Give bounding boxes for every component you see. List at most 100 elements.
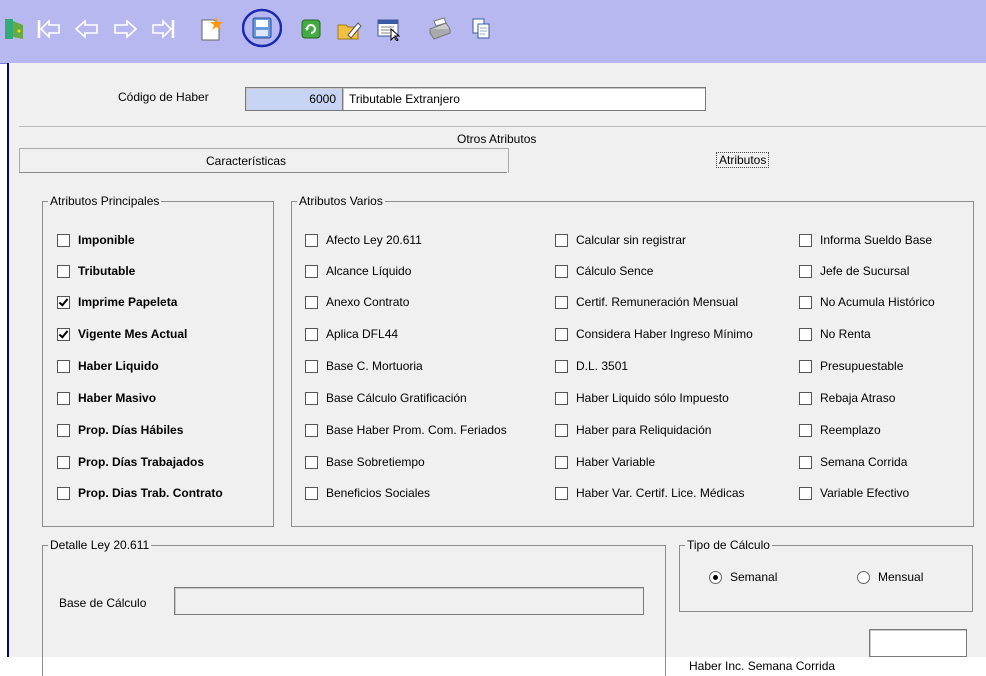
search-icon[interactable]: [374, 14, 404, 44]
chk-prop-dias-habiles[interactable]: Prop. Días Hábiles: [57, 423, 183, 437]
checkbox-icon: [305, 455, 318, 469]
chk-dl-3501[interactable]: D.L. 3501: [555, 359, 628, 373]
checkbox-icon: [57, 455, 70, 469]
chk-label: Haber Liquido: [78, 359, 159, 373]
chk-jefe-sucursal[interactable]: Jefe de Sucursal: [799, 264, 909, 278]
next-record-icon[interactable]: [110, 14, 140, 44]
print-icon[interactable]: [424, 14, 454, 44]
copy-icon[interactable]: [466, 14, 496, 44]
chk-label: Prop. Días Hábiles: [78, 423, 184, 437]
chk-no-acumula-historico[interactable]: No Acumula Histórico: [799, 295, 935, 309]
chk-anexo-contrato[interactable]: Anexo Contrato: [305, 295, 409, 309]
checkbox-icon: [555, 359, 568, 373]
chk-haber-reliquidacion[interactable]: Haber para Reliquidación: [555, 423, 711, 437]
chk-label: Reemplazo: [820, 423, 881, 437]
edit-icon[interactable]: [334, 14, 364, 44]
chk-label: Base Haber Prom. Com. Feriados: [326, 423, 507, 437]
checkbox-icon: [305, 486, 318, 500]
chk-variable-efectivo[interactable]: Variable Efectivo: [799, 486, 909, 500]
chk-informa-sueldo-base[interactable]: Informa Sueldo Base: [799, 233, 932, 247]
chk-imprime-papeleta[interactable]: Imprime Papeleta: [57, 295, 177, 309]
checkbox-icon: [555, 391, 568, 405]
chk-rebaja-atraso[interactable]: Rebaja Atraso: [799, 391, 895, 405]
exit-icon[interactable]: [0, 14, 30, 44]
chk-haber-var-certif[interactable]: Haber Var. Certif. Lice. Médicas: [555, 486, 745, 500]
new-record-icon[interactable]: [196, 14, 226, 44]
chk-label: Aplica DFL44: [326, 327, 399, 341]
radio-mensual[interactable]: Mensual: [857, 570, 923, 584]
radio-semanal[interactable]: Semanal: [709, 570, 777, 584]
chk-beneficios-sociales[interactable]: Beneficios Sociales: [305, 486, 430, 500]
codigo-field[interactable]: 6000: [245, 87, 343, 111]
tab-caracteristicas[interactable]: Características: [19, 148, 509, 173]
chk-label: Anexo Contrato: [326, 295, 410, 309]
tab-otros-atributos-label: Otros Atributos: [457, 132, 537, 146]
refresh-icon[interactable]: [296, 14, 326, 44]
chk-label: Certif. Remuneración Mensual: [576, 295, 739, 309]
chk-considera-ingreso-minimo[interactable]: Considera Haber Ingreso Mínimo: [555, 327, 753, 341]
checkbox-icon: [305, 423, 318, 437]
last-record-icon[interactable]: [148, 14, 178, 44]
chk-prop-dias-trabajados[interactable]: Prop. Días Trabajados: [57, 455, 204, 469]
chk-base-mortuoria[interactable]: Base C. Mortuoria: [305, 359, 423, 373]
chk-label: No Renta: [820, 327, 871, 341]
checkbox-icon: [799, 327, 812, 341]
chk-haber-liquido[interactable]: Haber Liquido: [57, 359, 159, 373]
radio-icon: [857, 570, 870, 584]
chk-label: No Acumula Histórico: [820, 295, 935, 309]
chk-vigente-mes-actual[interactable]: Vigente Mes Actual: [57, 327, 187, 341]
base-calculo-field[interactable]: [174, 587, 644, 615]
chk-aplica-dfl44[interactable]: Aplica DFL44: [305, 327, 398, 341]
tab-caracteristicas-label: Características: [206, 154, 287, 168]
checkbox-icon: [57, 423, 70, 437]
semana-corrida-field[interactable]: [869, 629, 967, 657]
tab-otros-atributos[interactable]: Otros Atributos: [19, 126, 986, 149]
chk-calculo-sence[interactable]: Cálculo Sence: [555, 264, 653, 278]
descripcion-value: Tributable Extranjero: [349, 92, 460, 106]
chk-tributable[interactable]: Tributable: [57, 264, 135, 278]
semana-corrida-label: Haber Inc. Semana Corrida: [689, 659, 836, 673]
chk-afecto-ley[interactable]: Afecto Ley 20.611: [305, 233, 422, 247]
chk-label: Vigente Mes Actual: [78, 327, 188, 341]
chk-imponible[interactable]: Imponible: [57, 233, 135, 247]
chk-label: Haber para Reliquidación: [576, 423, 712, 437]
chk-haber-masivo[interactable]: Haber Masivo: [57, 391, 156, 405]
codigo-label: Código de Haber: [118, 90, 209, 104]
descripcion-field[interactable]: Tributable Extranjero: [342, 87, 706, 111]
checkbox-icon: [555, 486, 568, 500]
chk-label: Haber Variable: [576, 455, 656, 469]
chk-alcance-liquido[interactable]: Alcance Líquido: [305, 264, 411, 278]
chk-label: Base C. Mortuoria: [326, 359, 423, 373]
tab-atributos-label: Atributos: [716, 152, 770, 168]
chk-haber-liquido-impuesto[interactable]: Haber Liquido sólo Impuesto: [555, 391, 729, 405]
chk-certif-remuneracion[interactable]: Certif. Remuneración Mensual: [555, 295, 738, 309]
chk-calcular-sin-registrar[interactable]: Calcular sin registrar: [555, 233, 686, 247]
chk-prop-dias-trab-contrato[interactable]: Prop. Dias Trab. Contrato: [57, 486, 223, 500]
chk-label: Presupuestable: [820, 359, 904, 373]
chk-label: Base Cálculo Gratificación: [326, 391, 467, 405]
radio-label: Mensual: [878, 570, 924, 584]
checkbox-icon: [305, 295, 318, 309]
checkbox-icon: [57, 486, 70, 500]
chk-reemplazo[interactable]: Reemplazo: [799, 423, 881, 437]
main-frame: Código de Haber 6000 Tributable Extranje…: [7, 63, 986, 676]
first-record-icon[interactable]: [34, 14, 64, 44]
chk-base-sobretiempo[interactable]: Base Sobretiempo: [305, 455, 425, 469]
chk-no-renta[interactable]: No Renta: [799, 327, 871, 341]
checkbox-icon: [799, 486, 812, 500]
radio-selected-icon: [709, 570, 722, 584]
tab-atributos[interactable]: Atributos: [507, 148, 986, 172]
checkbox-icon: [555, 233, 568, 247]
detalle-ley-legend: Detalle Ley 20.611: [48, 538, 152, 552]
checkbox-icon: [305, 391, 318, 405]
checkbox-icon: [555, 423, 568, 437]
chk-label: Tributable: [78, 264, 136, 278]
chk-label: Semana Corrida: [820, 455, 908, 469]
chk-base-gratificacion[interactable]: Base Cálculo Gratificación: [305, 391, 467, 405]
save-icon[interactable]: [242, 8, 282, 48]
previous-record-icon[interactable]: [72, 14, 102, 44]
chk-semana-corrida[interactable]: Semana Corrida: [799, 455, 907, 469]
chk-base-haber-prom[interactable]: Base Haber Prom. Com. Feriados: [305, 423, 507, 437]
chk-haber-variable[interactable]: Haber Variable: [555, 455, 655, 469]
chk-presupuestable[interactable]: Presupuestable: [799, 359, 903, 373]
